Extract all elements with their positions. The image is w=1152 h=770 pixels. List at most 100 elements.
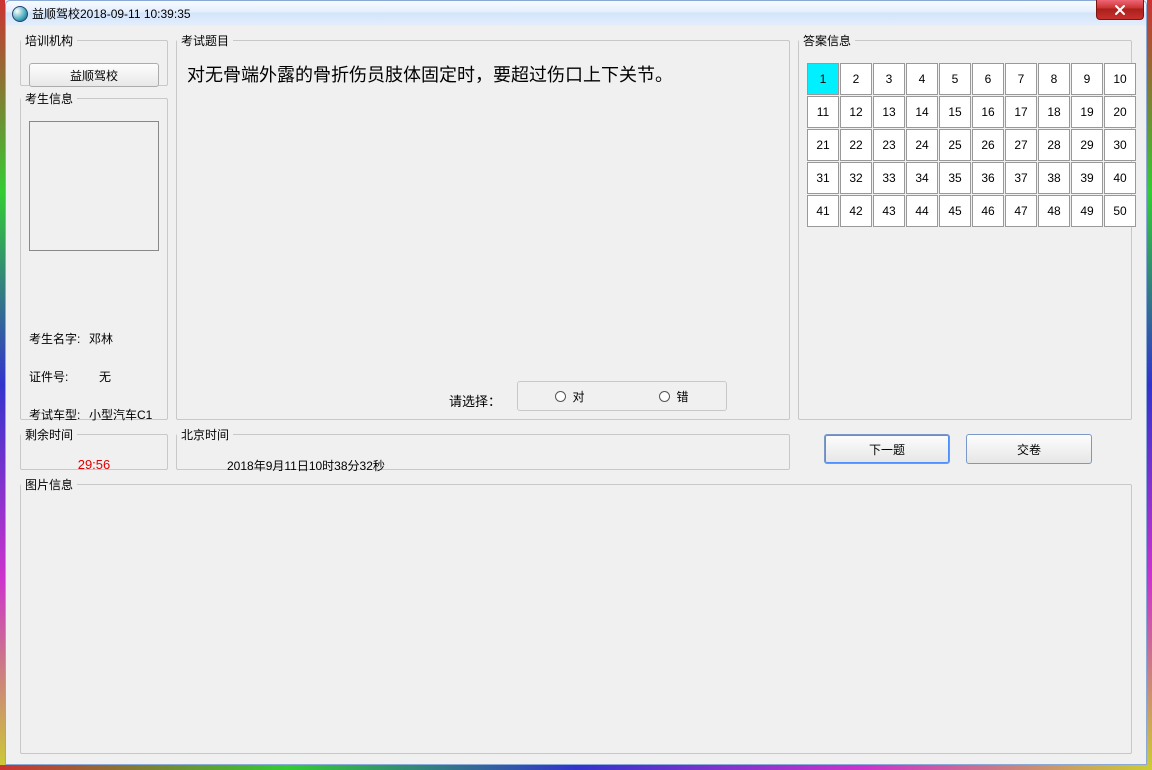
answer-cell-5[interactable]: 5 [939,63,971,95]
question-text: 对无骨端外露的骨折伤员肢体固定时，要超过伤口上下关节。 [187,63,779,88]
question-group: 考试题目 对无骨端外露的骨折伤员肢体固定时，要超过伤口上下关节。 请选择： 对 … [176,32,790,420]
student-info-legend: 考生信息 [21,90,77,107]
student-id-label: 证件号: [29,368,89,385]
answer-cell-32[interactable]: 32 [840,162,872,194]
training-org-group: 培训机构 益顺驾校 [20,32,168,86]
choose-label: 请选择： [449,391,501,410]
desktop-edge [1147,0,1152,770]
window-title: 益顺驾校2018-09-11 10:39:35 [32,5,191,22]
answer-cell-44[interactable]: 44 [906,195,938,227]
training-org-label: 益顺驾校 [70,67,118,84]
image-info-group: 图片信息 [20,476,1132,754]
answer-cell-4[interactable]: 4 [906,63,938,95]
answer-cell-38[interactable]: 38 [1038,162,1070,194]
answer-cell-22[interactable]: 22 [840,129,872,161]
student-info-group: 考生信息 考生名字: 邓林 证件号: 无 考试车型: 小型汽车C1 考试科目: … [20,90,168,420]
answer-cell-18[interactable]: 18 [1038,96,1070,128]
next-button-label: 下一题 [869,441,905,458]
student-car-row: 考试车型: 小型汽车C1 [29,405,163,423]
answer-cell-31[interactable]: 31 [807,162,839,194]
answer-sheet-legend: 答案信息 [799,32,855,49]
answer-cell-47[interactable]: 47 [1005,195,1037,227]
student-car-label: 考试车型: [29,406,89,423]
answer-sheet-group: 答案信息 12345678910111213141516171819202122… [798,32,1132,420]
answer-cell-39[interactable]: 39 [1071,162,1103,194]
answer-cell-30[interactable]: 30 [1104,129,1136,161]
answer-cell-34[interactable]: 34 [906,162,938,194]
answer-cell-9[interactable]: 9 [1071,63,1103,95]
answer-cell-49[interactable]: 49 [1071,195,1103,227]
answer-cell-42[interactable]: 42 [840,195,872,227]
answer-cell-50[interactable]: 50 [1104,195,1136,227]
answer-false-label: 错 [676,388,688,405]
answer-cell-12[interactable]: 12 [840,96,872,128]
answer-cell-23[interactable]: 23 [873,129,905,161]
next-question-button[interactable]: 下一题 [824,434,950,464]
student-name-label: 考生名字: [29,330,89,347]
answer-cell-33[interactable]: 33 [873,162,905,194]
answer-true-label: 对 [572,388,584,405]
answer-cell-29[interactable]: 29 [1071,129,1103,161]
answer-cell-37[interactable]: 37 [1005,162,1037,194]
radio-icon [555,391,566,402]
answer-cell-25[interactable]: 25 [939,129,971,161]
student-car-value: 小型汽车C1 [89,406,163,423]
student-id-row: 证件号: 无 [29,367,163,385]
answer-cell-3[interactable]: 3 [873,63,905,95]
student-photo [29,121,159,251]
answer-cell-46[interactable]: 46 [972,195,1004,227]
student-name-value: 邓林 [89,330,163,347]
answer-cell-45[interactable]: 45 [939,195,971,227]
radio-icon [659,391,670,402]
app-icon [12,6,28,22]
answer-cell-16[interactable]: 16 [972,96,1004,128]
answer-cell-27[interactable]: 27 [1005,129,1037,161]
answer-cell-41[interactable]: 41 [807,195,839,227]
beijing-time-group: 北京时间 2018年9月11日10时38分32秒 [176,426,790,470]
question-legend: 考试题目 [177,32,233,49]
answer-cell-36[interactable]: 36 [972,162,1004,194]
remaining-time-value: 29:56 [21,457,167,472]
answer-cell-13[interactable]: 13 [873,96,905,128]
answer-cell-2[interactable]: 2 [840,63,872,95]
submit-button[interactable]: 交卷 [966,434,1092,464]
answer-cell-8[interactable]: 8 [1038,63,1070,95]
answer-cell-28[interactable]: 28 [1038,129,1070,161]
training-org-legend: 培训机构 [21,32,77,49]
answer-cell-7[interactable]: 7 [1005,63,1037,95]
answer-cell-26[interactable]: 26 [972,129,1004,161]
answer-cell-24[interactable]: 24 [906,129,938,161]
remaining-time-legend: 剩余时间 [21,426,77,443]
answer-cell-6[interactable]: 6 [972,63,1004,95]
answer-option-true[interactable]: 对 [518,388,622,405]
submit-button-label: 交卷 [1017,441,1041,458]
image-info-legend: 图片信息 [21,476,77,493]
answer-cell-11[interactable]: 11 [807,96,839,128]
close-button[interactable] [1096,0,1144,20]
desktop-edge [0,765,1152,770]
answer-cell-10[interactable]: 10 [1104,63,1136,95]
remaining-time-group: 剩余时间 29:56 [20,426,168,470]
student-id-value: 无 [89,368,163,385]
answer-cell-15[interactable]: 15 [939,96,971,128]
answer-cell-19[interactable]: 19 [1071,96,1103,128]
answer-cell-1[interactable]: 1 [807,63,839,95]
answer-cell-21[interactable]: 21 [807,129,839,161]
answer-cell-43[interactable]: 43 [873,195,905,227]
answer-radio-group: 对 错 [517,381,727,411]
workspace: 培训机构 益顺驾校 考生信息 考生名字: 邓林 证件号: 无 考试车型: 小型汽… [5,26,1147,765]
beijing-time-value: 2018年9月11日10时38分32秒 [227,457,779,474]
beijing-time-legend: 北京时间 [177,426,233,443]
student-name-row: 考生名字: 邓林 [29,329,163,347]
close-icon [1114,4,1126,16]
answer-option-false[interactable]: 错 [622,388,726,405]
window-titlebar[interactable]: 益顺驾校2018-09-11 10:39:35 [5,0,1147,26]
answer-cell-40[interactable]: 40 [1104,162,1136,194]
answer-cell-14[interactable]: 14 [906,96,938,128]
answer-cell-17[interactable]: 17 [1005,96,1037,128]
answer-cell-48[interactable]: 48 [1038,195,1070,227]
answer-cell-20[interactable]: 20 [1104,96,1136,128]
training-org-button[interactable]: 益顺驾校 [29,63,159,87]
answer-grid: 1234567891011121314151617181920212223242… [807,63,1136,227]
answer-cell-35[interactable]: 35 [939,162,971,194]
